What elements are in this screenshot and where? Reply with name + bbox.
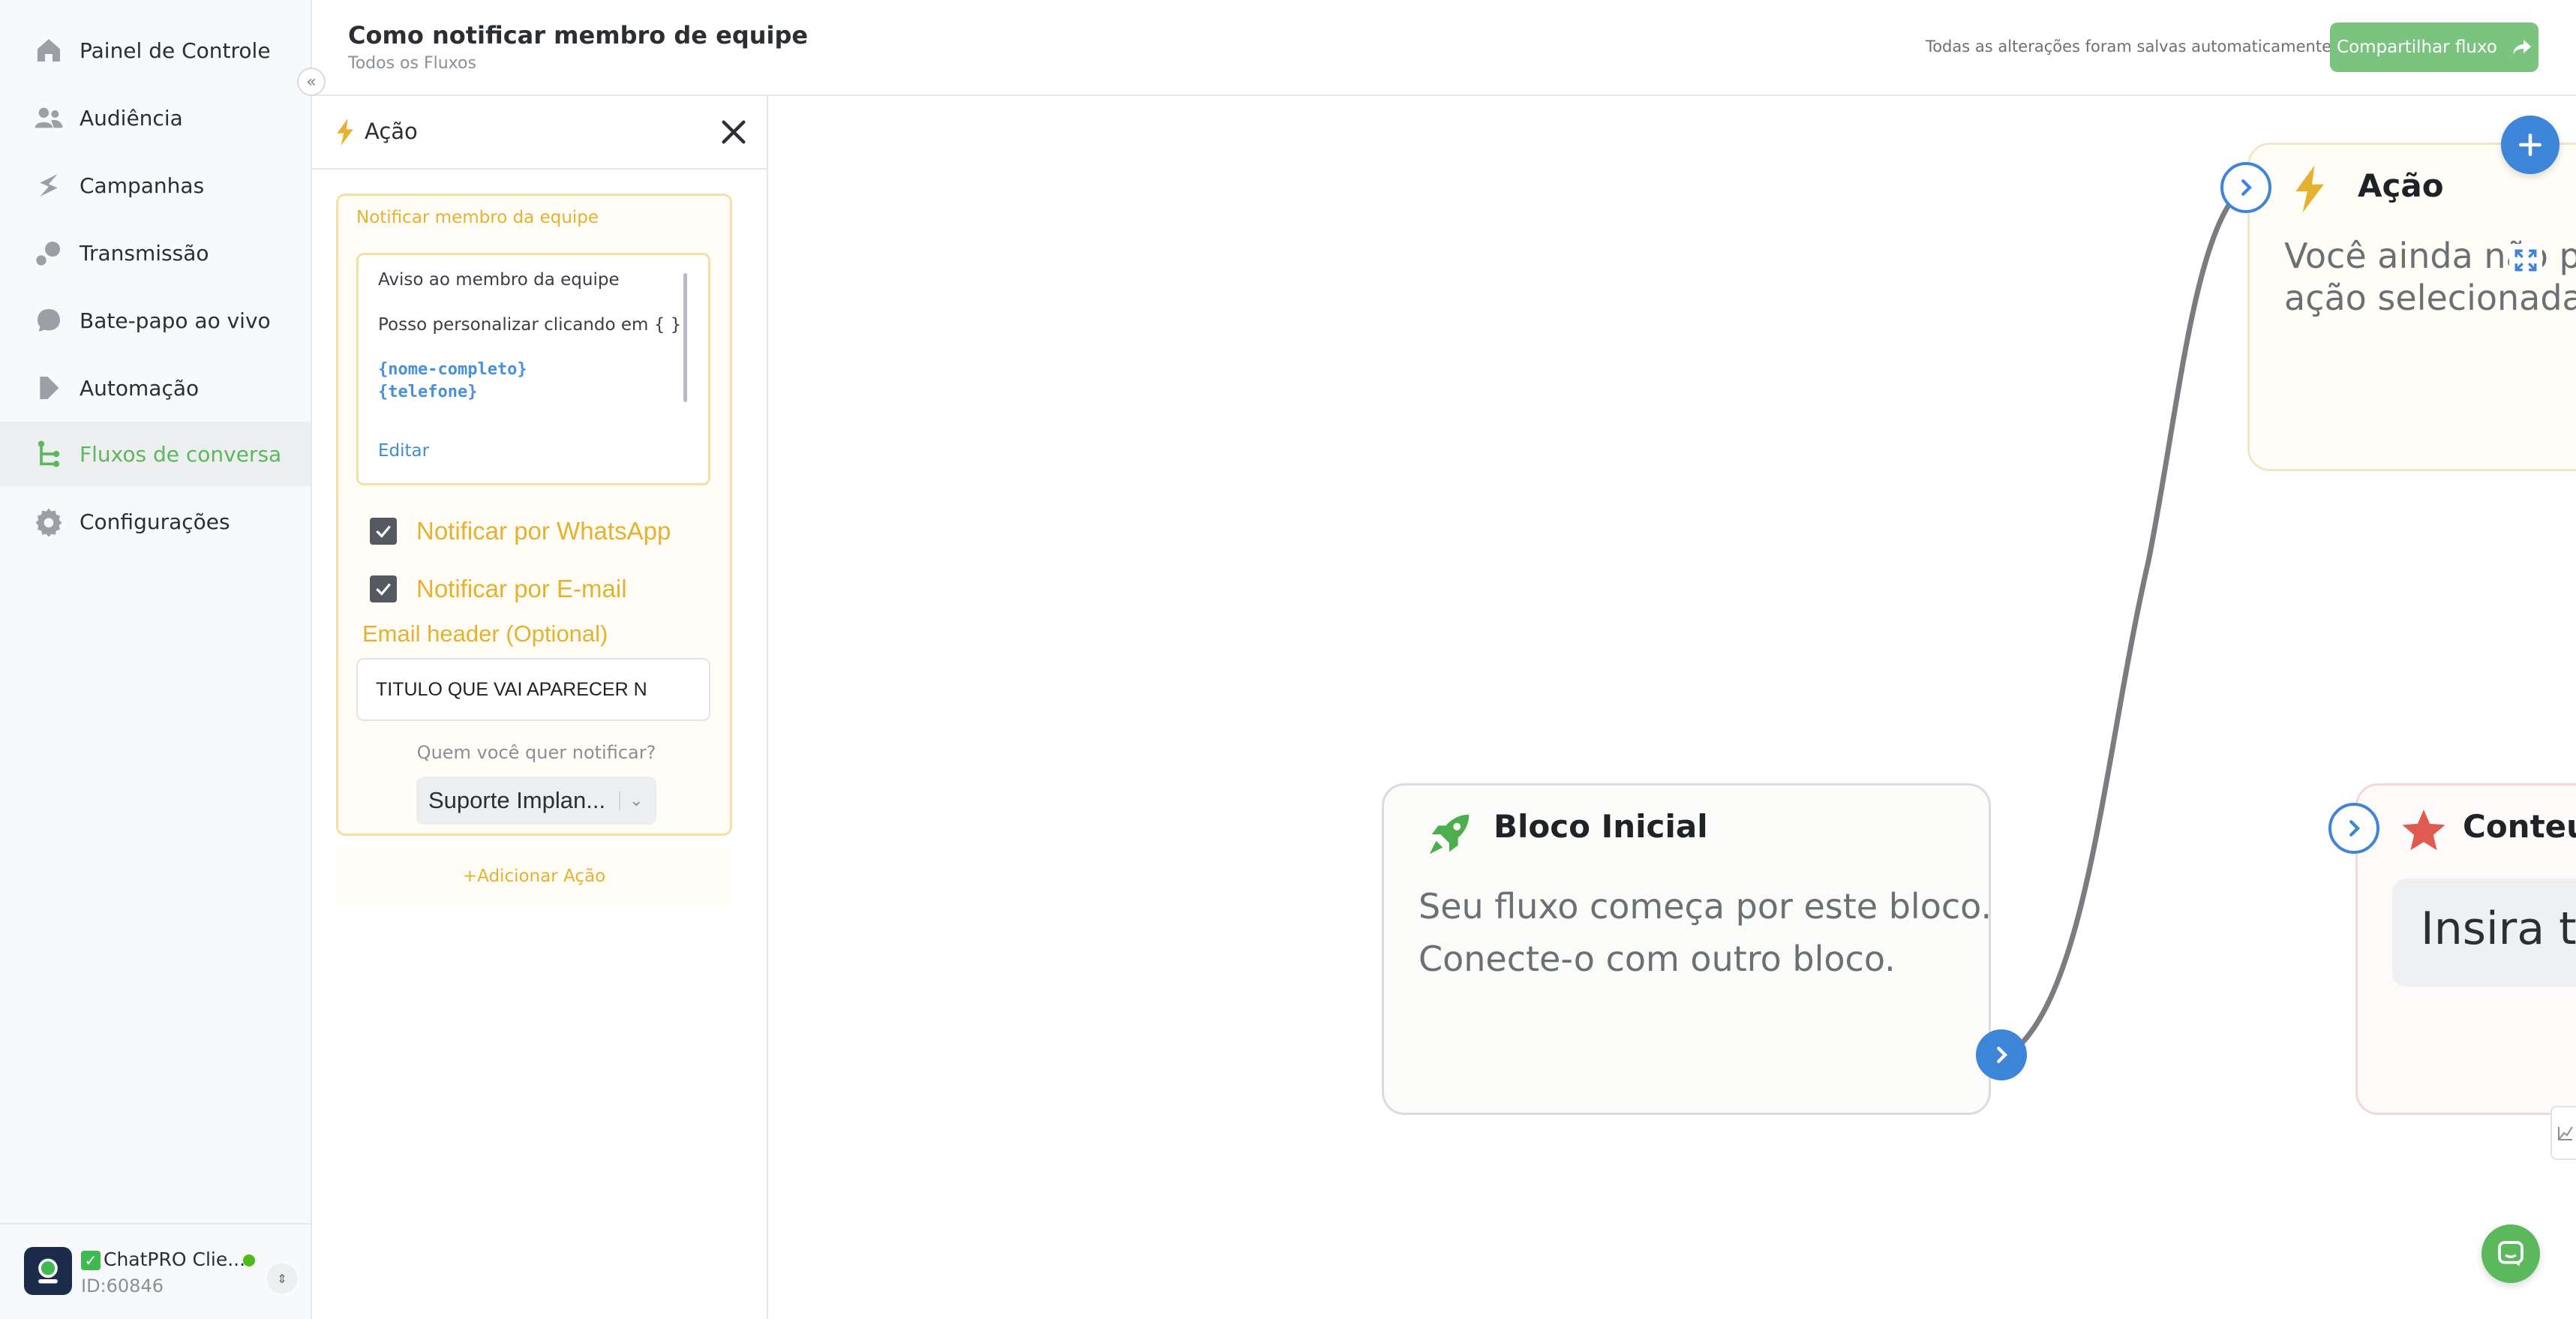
content-block-title: Conteú (2463, 808, 2576, 845)
panel-title: Ação (365, 119, 418, 144)
sidebar-item-broadcast[interactable]: Transmissão (0, 221, 311, 285)
online-status-dot (243, 1254, 255, 1266)
header: Como notificar membro de equipe Todos os… (312, 0, 2576, 96)
avatar (24, 1247, 72, 1295)
plus-icon (2518, 133, 2542, 157)
sidebar-item-audience[interactable]: Audiência (0, 86, 311, 150)
lightning-icon (337, 119, 353, 146)
users-icon (33, 102, 65, 134)
email-header-label: Email header (Optional) (362, 620, 608, 647)
content-input-port[interactable] (2328, 803, 2379, 854)
notify-whatsapp-checkbox[interactable]: Notificar por WhatsApp (370, 517, 671, 545)
message-line: Posso personalizar clicando em { } (378, 315, 682, 335)
start-output-port[interactable] (1976, 1029, 2027, 1080)
verified-check-icon: ✓ (81, 1251, 101, 1270)
add-action-button[interactable]: +Adicionar Ação (336, 848, 732, 905)
message-preview[interactable]: Aviso ao membro da equipe Posso personal… (356, 253, 710, 485)
collapse-sidebar-button[interactable]: « (297, 68, 326, 96)
message-scrollbar[interactable] (683, 273, 687, 402)
home-icon (33, 35, 65, 66)
action-panel: Ação Notificar membro da equipe Aviso ao… (312, 96, 768, 1319)
gear-icon (33, 506, 65, 537)
message-line: Aviso ao membro da equipe (378, 270, 620, 290)
rocket-icon (1429, 814, 1470, 855)
sidebar-item-label: Fluxos de conversa (80, 441, 282, 467)
minimap-toggle[interactable] (2550, 1106, 2576, 1160)
share-arrow-icon (2512, 40, 2531, 55)
description-line: Conecte-o com outro bloco. (1419, 939, 1896, 979)
chevron-right-icon (2241, 179, 2253, 196)
expand-icon[interactable] (2509, 244, 2542, 277)
description-line: ação selecionada (2284, 278, 2576, 318)
message-variable: {nome-completo} (378, 360, 527, 379)
chat-bubble-icon (33, 305, 65, 336)
account-switcher[interactable]: ✓ ChatPRO Clie... ID:60846 ⇕ (0, 1223, 311, 1319)
sidebar-item-live-chat[interactable]: Bate-papo ao vivo (0, 288, 311, 353)
account-id: ID:60846 (81, 1275, 164, 1296)
start-block-description: Seu fluxo começa por este bloco. Conecte… (1419, 880, 1992, 985)
message-variable: {telefone} (378, 383, 478, 401)
checkbox-label: Notificar por WhatsApp (416, 517, 671, 545)
content-block[interactable]: Conteú Insira te (2355, 783, 2576, 1115)
sidebar-item-label: Configurações (80, 509, 230, 534)
close-icon[interactable] (719, 117, 749, 147)
chat-icon (2498, 1241, 2523, 1266)
flow-icon (33, 438, 65, 470)
star-icon (2402, 810, 2445, 851)
share-flow-button[interactable]: Compartilhar fluxo (2330, 23, 2538, 72)
sidebar-item-campaigns[interactable]: Campanhas (0, 153, 311, 218)
switch-account-icon[interactable]: ⇕ (267, 1263, 297, 1293)
sidebar: Painel de Controle Audiência Campanhas T… (0, 0, 312, 1319)
save-status: Todas as alterações foram salvas automat… (1925, 38, 2331, 56)
action-block-title: Ação (2358, 167, 2444, 204)
checkbox-checked-icon[interactable] (370, 575, 397, 602)
card-heading: Notificar membro da equipe (356, 208, 599, 227)
add-node-button[interactable] (2501, 116, 2559, 174)
sidebar-item-conversation-flows[interactable]: Fluxos de conversa (0, 422, 311, 486)
sidebar-item-label: Transmissão (80, 240, 209, 266)
lightning-icon (2295, 165, 2324, 213)
description-line: Seu fluxo começa por este bloco. (1419, 886, 1992, 927)
chevron-down-icon: ⌄ (619, 791, 643, 810)
page-title: Como notificar membro de equipe (348, 21, 809, 50)
breadcrumb[interactable]: Todos os Fluxos (348, 54, 476, 73)
minimap-icon (2558, 1126, 2573, 1140)
sidebar-item-dashboard[interactable]: Painel de Controle (0, 18, 311, 83)
start-block-title: Bloco Inicial (1494, 808, 1708, 845)
selected-member: Suporte Implan... (428, 787, 606, 813)
campaigns-icon (33, 170, 65, 201)
action-block[interactable]: Ação Você ainda não po ação selecionada (2247, 143, 2576, 471)
action-input-port[interactable] (2220, 162, 2271, 213)
sidebar-item-label: Bate-papo ao vivo (80, 308, 271, 333)
chevron-right-icon (1997, 1047, 2008, 1063)
automation-icon (33, 372, 65, 404)
sidebar-item-automation[interactable]: Automação (0, 356, 311, 420)
notify-team-member-card: Notificar membro da equipe Aviso ao memb… (336, 194, 732, 836)
checkbox-checked-icon[interactable] (370, 518, 397, 545)
sidebar-item-label: Painel de Controle (80, 38, 271, 63)
flow-canvas[interactable]: Bloco Inicial Seu fluxo começa por este … (768, 96, 2576, 1319)
support-chat-button[interactable] (2481, 1224, 2540, 1283)
sidebar-item-label: Campanhas (80, 173, 205, 198)
share-flow-label: Compartilhar fluxo (2337, 38, 2497, 57)
email-header-input[interactable] (356, 658, 710, 721)
chevron-right-icon (2349, 820, 2361, 837)
account-name-row: ✓ ChatPRO Clie... (81, 1248, 245, 1270)
account-name: ChatPRO Clie... (104, 1248, 246, 1270)
checkbox-label: Notificar por E-mail (416, 575, 627, 602)
notify-email-checkbox[interactable]: Notificar por E-mail (370, 575, 627, 603)
broadcast-icon (33, 237, 65, 269)
content-input-text: Insira te (2421, 903, 2576, 955)
edit-message-link[interactable]: Editar (378, 441, 429, 461)
panel-header: Ação (312, 96, 767, 170)
who-to-notify-label: Quem você quer notificar? (416, 742, 656, 763)
sidebar-item-label: Audiência (80, 105, 183, 131)
content-input[interactable]: Insira te (2392, 879, 2576, 987)
start-block[interactable]: Bloco Inicial Seu fluxo começa por este … (1382, 783, 1992, 1115)
sidebar-item-label: Automação (80, 375, 200, 401)
team-member-select[interactable]: Suporte Implan... ⌄ (416, 777, 656, 825)
sidebar-item-settings[interactable]: Configurações (0, 489, 311, 554)
